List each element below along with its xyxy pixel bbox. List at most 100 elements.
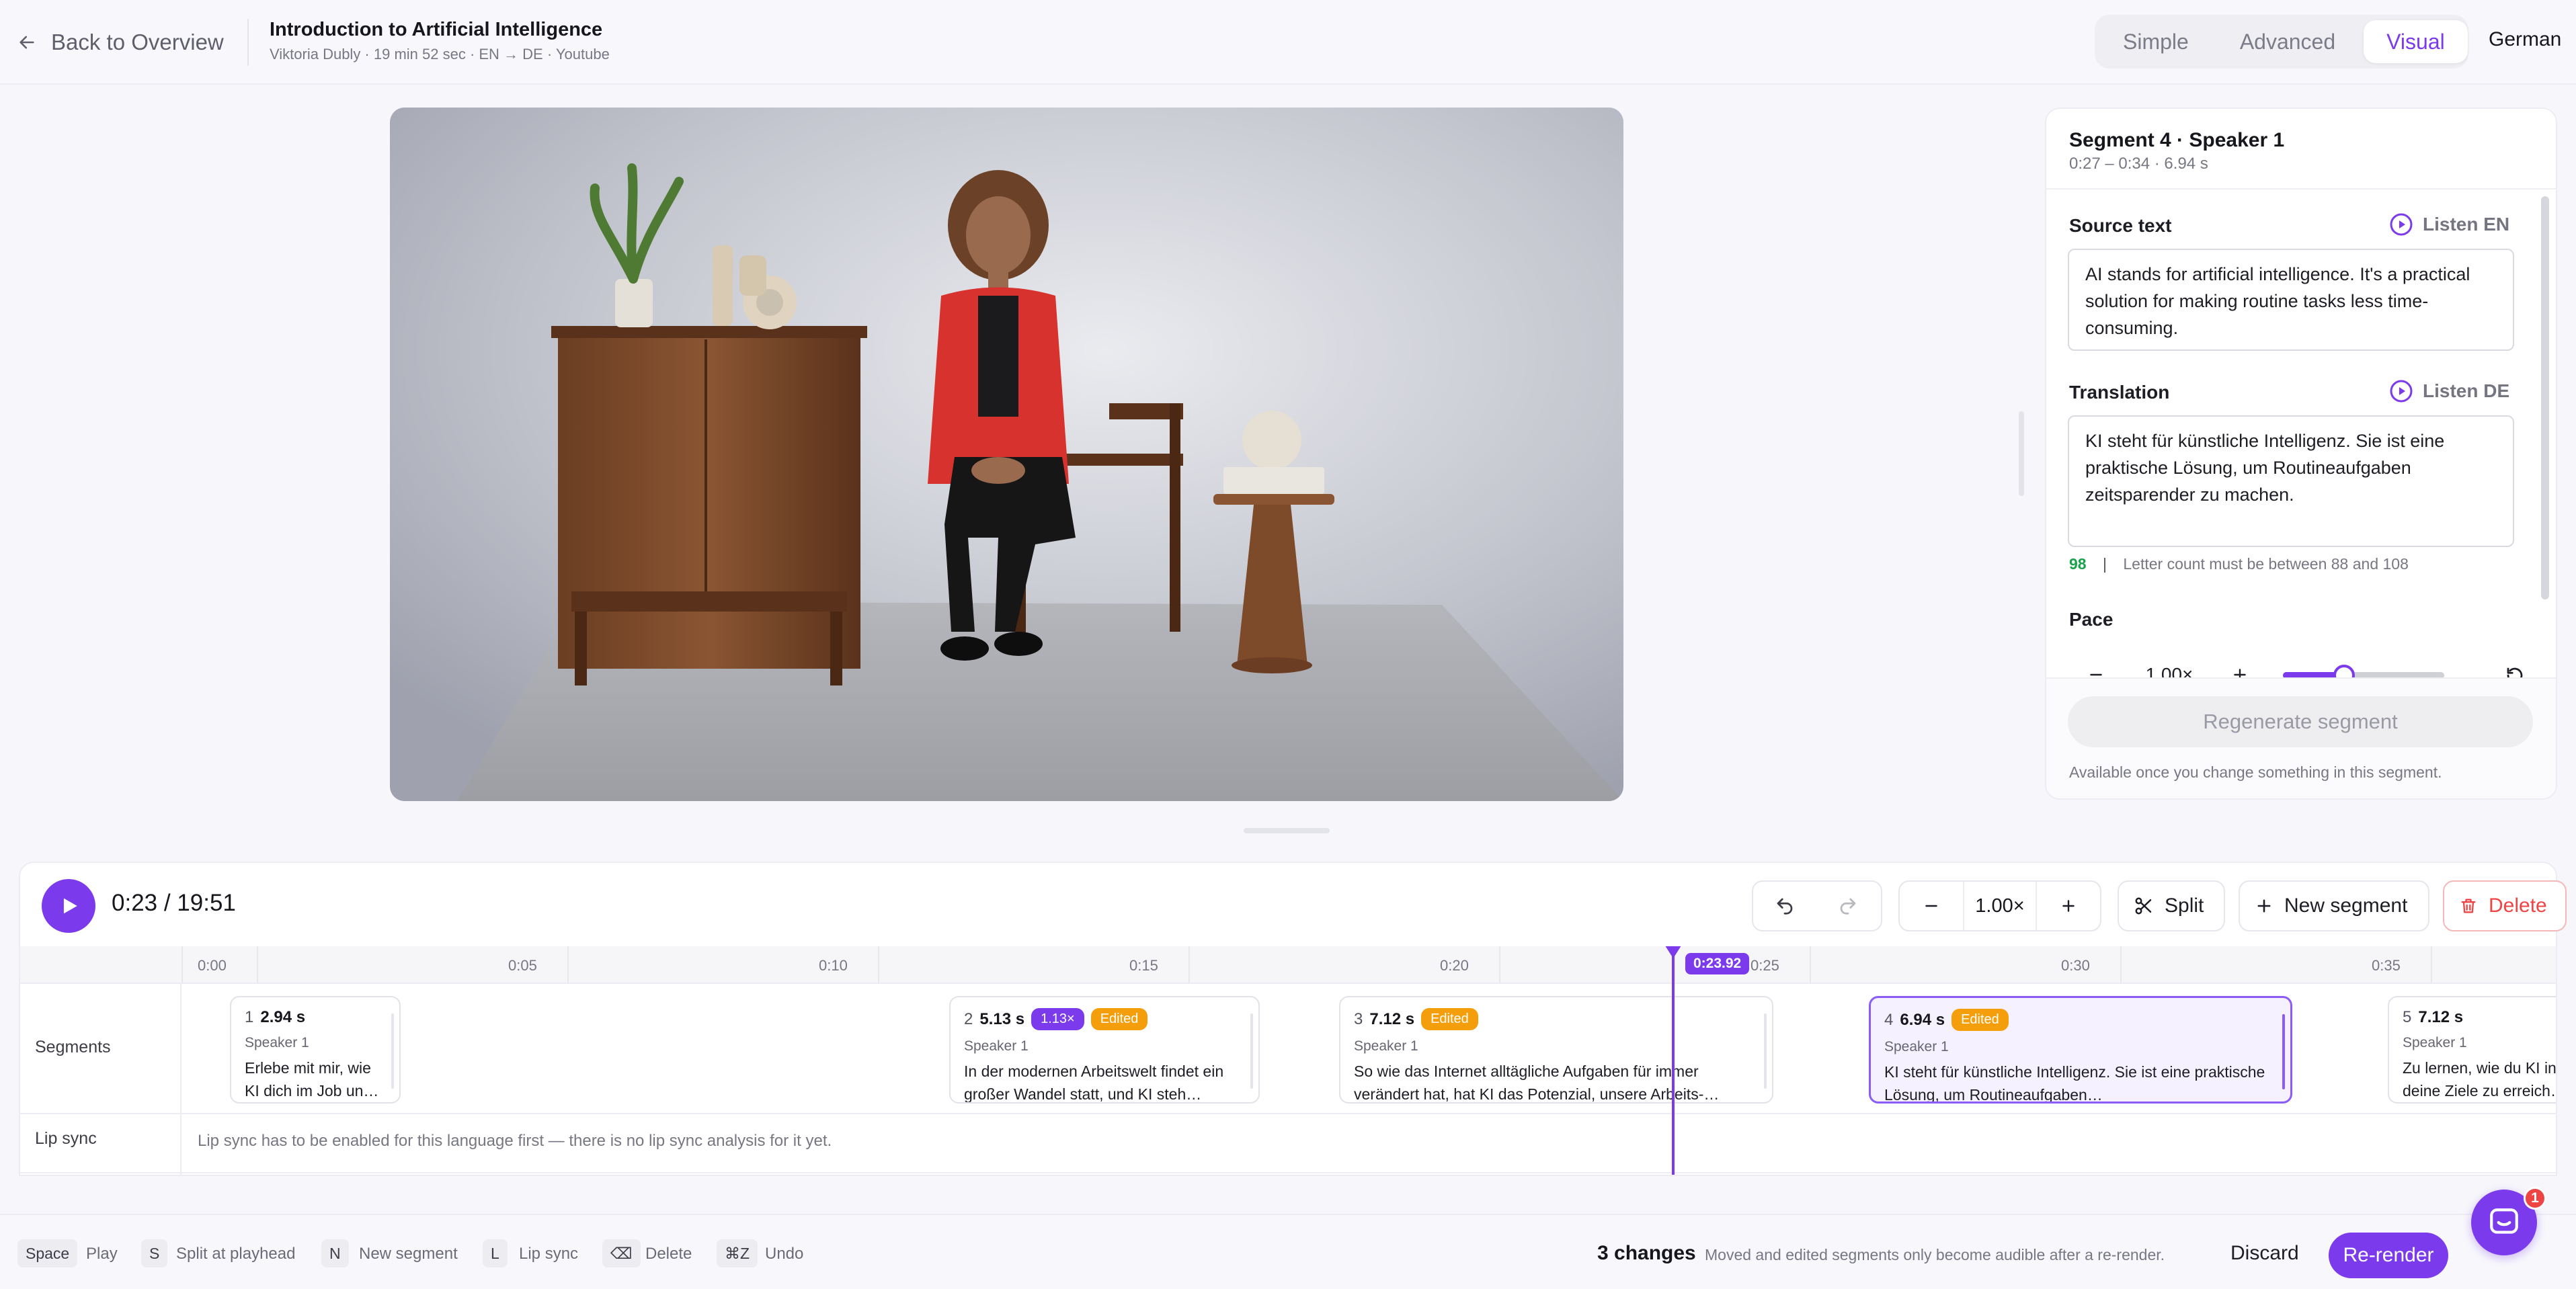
playback-time: 0:23 / 19:51 xyxy=(112,890,236,916)
segment-text: Erlebe mit mir, wie KI dich im Job un… xyxy=(245,1059,379,1099)
segment-range: 0:27 – 0:34 · 6.94 s xyxy=(2069,155,2208,173)
edited-badge: Edited xyxy=(1951,1009,2009,1031)
listen-en-button[interactable]: Listen EN xyxy=(2389,212,2509,237)
timeline: 0:00 0:05 0:10 0:15 0:20 0:25 0:30 0:35 … xyxy=(19,946,2557,1176)
edited-badge: Edited xyxy=(1090,1008,1148,1030)
letter-count-value: 98 xyxy=(2069,555,2087,573)
mode-advanced[interactable]: Advanced xyxy=(2217,20,2358,63)
segment-text: So wie das Internet alltägliche Aufgaben… xyxy=(1354,1063,1720,1103)
discard-button[interactable]: Discard xyxy=(2230,1242,2299,1265)
tick-label: 0:20 xyxy=(1440,957,1469,974)
scissors-icon xyxy=(2134,896,2154,916)
back-label: Back to Overview xyxy=(51,30,224,54)
segment-duration: 5.13 s xyxy=(979,1009,1025,1028)
play-icon xyxy=(57,895,80,917)
lipsync-track-label: Lip sync xyxy=(35,1129,97,1148)
timeline-resize-handle[interactable] xyxy=(1244,828,1330,833)
segment-number: 1 xyxy=(245,1008,254,1026)
shortcut-key: ⌘Z xyxy=(717,1239,758,1267)
segment-card-1[interactable]: 1 2.94 s Speaker 1 Erlebe mit mir, wie K… xyxy=(230,996,401,1104)
panel-scrollbar[interactable] xyxy=(2541,196,2549,599)
plus-icon xyxy=(2060,897,2077,915)
shortcut-label: Play xyxy=(86,1245,118,1263)
back-to-overview-link[interactable]: Back to Overview xyxy=(17,26,224,59)
tick-label: 0:30 xyxy=(2061,957,2090,974)
ruler-line xyxy=(1810,946,1811,984)
time-ruler[interactable]: 0:00 0:05 0:10 0:15 0:20 0:25 0:30 0:35 xyxy=(20,946,2556,984)
undo-icon xyxy=(1775,896,1795,916)
segment-number: 2 xyxy=(964,1009,973,1028)
playhead-handle[interactable] xyxy=(1664,946,1683,958)
undo-button[interactable] xyxy=(1753,882,1816,930)
mode-simple[interactable]: Simple xyxy=(2100,20,2212,63)
shortcut-key: S xyxy=(141,1239,168,1267)
tick-label: 0:35 xyxy=(2372,957,2401,974)
segment-resize-handle[interactable] xyxy=(1250,1013,1253,1089)
tick-label: 0:05 xyxy=(508,957,537,974)
mode-visual[interactable]: Visual xyxy=(2364,20,2468,63)
source-text-area[interactable]: AI stands for artificial intelligence. I… xyxy=(2068,249,2514,351)
changes-count: 3 changes xyxy=(1597,1242,1696,1264)
source-text-label: Source text xyxy=(2069,215,2172,236)
mode-switcher: Simple Advanced Visual xyxy=(2095,15,2468,69)
new-segment-label: New segment xyxy=(2284,895,2408,917)
segment-speaker: Speaker 1 xyxy=(245,1035,309,1050)
shortcut-label: Lip sync xyxy=(519,1245,579,1263)
speed-badge: 1.13× xyxy=(1031,1008,1084,1030)
segment-title: Segment 4 · Speaker 1 xyxy=(2069,129,2285,151)
shortcut-key: L xyxy=(483,1239,508,1267)
letter-count-separator: | xyxy=(2102,555,2107,573)
segment-resize-handle[interactable] xyxy=(1764,1013,1767,1089)
header-divider xyxy=(247,19,249,66)
segment-resize-handle[interactable] xyxy=(391,1013,394,1089)
ruler-line xyxy=(1189,946,1190,984)
project-title: Introduction to Artificial Intelligence xyxy=(270,19,603,40)
zoom-out-button[interactable] xyxy=(1900,882,1963,930)
translation-label: Translation xyxy=(2069,382,2170,403)
segment-text: Zu lernen, wie du KI in deine Ziele zu e… xyxy=(2403,1059,2557,1099)
regenerate-segment-button[interactable]: Regenerate segment xyxy=(2068,696,2533,747)
segment-speaker: Speaker 1 xyxy=(1354,1038,1418,1054)
play-circle-icon xyxy=(2389,212,2413,237)
tick-label: 0:25 xyxy=(1750,957,1779,974)
segment-duration: 7.12 s xyxy=(2418,1008,2464,1026)
track-divider xyxy=(20,1172,2556,1173)
segment-card-3[interactable]: 3 7.12 s Edited Speaker 1 So wie das Int… xyxy=(1339,996,1773,1104)
video-frame xyxy=(390,108,1623,801)
panel-resize-handle[interactable] xyxy=(2019,411,2024,496)
play-button[interactable] xyxy=(42,879,95,933)
zoom-in-button[interactable] xyxy=(2037,882,2100,930)
segment-duration: 6.94 s xyxy=(1900,1010,1945,1029)
split-label: Split xyxy=(2165,895,2204,917)
video-preview[interactable] xyxy=(390,108,1623,801)
shortcut-label: Split at playhead xyxy=(176,1245,296,1263)
tick-label: 0:10 xyxy=(819,957,848,974)
tick-label: 0:00 xyxy=(198,957,227,974)
redo-button[interactable] xyxy=(1816,882,1880,930)
segment-editor-panel: Segment 4 · Speaker 1 0:27 – 0:34 · 6.94… xyxy=(2045,108,2557,800)
player-toolbar: 0:23 / 19:51 1.00× Split New segment Del… xyxy=(19,862,2567,946)
zoom-control: 1.00× xyxy=(1898,880,2101,931)
segment-card-2[interactable]: 2 5.13 s 1.13× Edited Speaker 1 In der m… xyxy=(949,996,1260,1104)
delete-button[interactable]: Delete xyxy=(2443,880,2567,931)
language-selector[interactable]: German xyxy=(2489,28,2561,51)
ruler-line xyxy=(2431,946,2432,984)
translation-text-area[interactable]: KI steht für künstliche Intelligenz. Sie… xyxy=(2068,415,2514,547)
playhead[interactable] xyxy=(1672,946,1675,1175)
listen-de-button[interactable]: Listen DE xyxy=(2389,379,2509,403)
re-render-button[interactable]: Re-render xyxy=(2329,1233,2448,1278)
segment-number: 4 xyxy=(1884,1010,1894,1029)
shortcut-label: New segment xyxy=(359,1245,458,1263)
chat-icon xyxy=(2487,1206,2521,1239)
segment-card-4[interactable]: 4 6.94 s Edited Speaker 1 KI steht für k… xyxy=(1869,996,2292,1104)
new-segment-button[interactable]: New segment xyxy=(2239,880,2429,931)
segment-card-5[interactable]: 5 7.12 s Speaker 1 Zu lernen, wie du KI … xyxy=(2388,996,2557,1104)
letter-counter: 98 | Letter count must be between 88 and… xyxy=(2069,555,2409,573)
segments-track-label: Segments xyxy=(35,1038,111,1056)
ruler-line xyxy=(1499,946,1500,984)
segment-number: 5 xyxy=(2403,1008,2412,1026)
segment-speaker: Speaker 1 xyxy=(1884,1039,1949,1054)
arrow-left-icon xyxy=(17,33,36,52)
split-button[interactable]: Split xyxy=(2118,880,2225,931)
segment-resize-handle[interactable] xyxy=(2282,1014,2285,1089)
